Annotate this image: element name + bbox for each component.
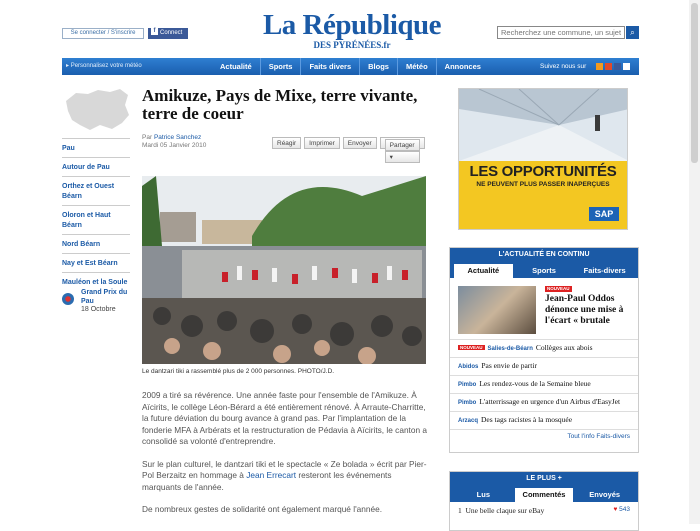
region-nav-item[interactable]: Orthez et Ouest Béarn <box>62 176 130 205</box>
region-map[interactable] <box>62 85 132 135</box>
print-button[interactable]: Imprimer <box>304 137 340 149</box>
share-button[interactable]: Partager ▾ <box>379 137 425 163</box>
news-row[interactable]: Pimbo Les rendez-vous de la Semaine bleue <box>450 376 638 394</box>
most-popular-box: LE PLUS + Lus Commentés Envoyés 1 Une be… <box>449 471 639 531</box>
jean-errecart-link[interactable]: Jean Errecart <box>246 470 296 480</box>
nav-item-blogs[interactable]: Blogs <box>359 58 397 75</box>
region-nav-item[interactable]: Autour de Pau <box>62 157 130 176</box>
article-paragraph: Sur le plan culturel, le dantzari tiki e… <box>142 459 427 494</box>
search-button[interactable]: ⌕ <box>626 26 639 39</box>
event-title: Grand Prix du Pau <box>81 289 128 305</box>
nav-item-faits-divers[interactable]: Faits divers <box>300 58 359 75</box>
news-feed-tabs: Actualité Sports Faits-divers <box>450 262 638 278</box>
region-nav-item[interactable]: Oloron et Haut Béarn <box>62 205 130 234</box>
search-icon: ⌕ <box>630 28 635 37</box>
article-title: Amikuze, Pays de Mixe, terre vivante, te… <box>142 86 418 123</box>
news-title: L'atterrissage en urgence d'un Airbus d'… <box>479 397 621 406</box>
nav-item-meteo[interactable]: Météo <box>396 58 436 75</box>
search-input[interactable] <box>497 26 625 39</box>
facebook-connect-label: Connect <box>160 30 183 36</box>
region-nav-item[interactable]: Nay et Est Béarn <box>62 253 130 272</box>
page-scrollbar[interactable] <box>689 0 700 524</box>
event-date: 18 Octobre <box>81 306 116 313</box>
mail-icon[interactable] <box>623 63 630 70</box>
tab-actualite[interactable]: Actualité <box>454 264 513 278</box>
author-link[interactable]: Patrice Sanchez <box>154 134 201 141</box>
news-title: Pas envie de partir <box>481 361 537 370</box>
most-popular-header: LE PLUS + <box>450 472 638 486</box>
more-faits-divers-link[interactable]: Tout l'info Faits-divers <box>450 430 638 443</box>
comment-icon: ♥ <box>613 506 618 513</box>
popular-title: Une belle claque sur eBay <box>465 506 545 515</box>
facebook-connect-button[interactable]: f Connect <box>148 28 188 39</box>
weather-personalize-label: Personnalisez votre météo <box>70 63 142 69</box>
most-popular-tabs: Lus Commentés Envoyés <box>450 486 638 502</box>
featured-news-title: Jean-Paul Oddos dénonce une mise à l'éca… <box>545 294 624 326</box>
author-prefix: Par <box>142 134 153 141</box>
chevron-down-icon: ▾ <box>384 151 420 163</box>
popular-item[interactable]: 1 Une belle claque sur eBay ♥ 543 <box>450 502 638 516</box>
site-logo-subtitle: DES PYRÉNÉES.fr <box>313 40 391 50</box>
ad-title: LES OPPORTUNITÉS <box>469 163 617 180</box>
scrollbar-thumb[interactable] <box>691 3 698 163</box>
region-nav: Pau Autour de Pau Orthez et Ouest Béarn … <box>62 138 130 291</box>
article-body: 2009 a tiré sa révérence. Une année fast… <box>142 390 427 527</box>
nav-item-sports[interactable]: Sports <box>259 58 301 75</box>
nav-item-actualite[interactable]: Actualité <box>212 58 260 75</box>
news-place: Pimbo <box>458 382 477 388</box>
tab-envoyes[interactable]: Envoyés <box>575 488 634 502</box>
comment-count: ♥ 543 <box>613 506 630 513</box>
featured-news-image <box>458 286 536 334</box>
ad-photo <box>459 89 627 161</box>
sap-advertisement[interactable]: LES OPPORTUNITÉS NE PEUVENT PLUS PASSER … <box>458 88 628 230</box>
news-title: Les rendez-vous de la Semaine bleue <box>479 379 591 388</box>
connect-button[interactable]: Se connecter / S'inscrire <box>62 28 144 39</box>
share-label: Partager <box>384 139 420 151</box>
send-button[interactable]: Envoyer <box>342 137 377 149</box>
article-paragraph: De nombreux gestes de solidarité ont éga… <box>142 504 383 514</box>
comment-count-value: 543 <box>619 506 630 513</box>
new-badge: NOUVEAU <box>458 345 485 351</box>
netvibes-icon[interactable] <box>605 63 612 70</box>
tab-faits-divers[interactable]: Faits-divers <box>575 264 634 278</box>
follow-label: Suivez nous sur <box>540 63 587 70</box>
facebook-icon: f <box>151 28 158 36</box>
new-badge: NOUVEAU <box>545 286 572 292</box>
news-place: Salies-de-Béarn <box>487 346 533 352</box>
article-paragraph: 2009 a tiré sa révérence. Une année fast… <box>142 390 428 446</box>
photo-caption: Le dantzari tiki a rassemblé plus de 2 0… <box>142 368 335 375</box>
article-tools: Réagir Imprimer Envoyer Partager ▾ <box>272 137 425 163</box>
rss-icon[interactable] <box>596 63 603 70</box>
main-nav: ▸ Personnalisez votre météo Actualité Sp… <box>62 58 639 75</box>
tab-sports[interactable]: Sports <box>515 264 574 278</box>
popular-rank: 1 <box>458 506 462 515</box>
react-button[interactable]: Réagir <box>272 137 302 149</box>
site-logo[interactable]: La République <box>252 9 452 41</box>
news-row[interactable]: Abidos Pas envie de partir <box>450 358 638 376</box>
news-feed-box: L'ACTUALITÉ EN CONTINU Actualité Sports … <box>449 247 639 453</box>
news-place: Arzacq <box>458 418 479 424</box>
news-row[interactable]: Pimbo L'atterrissage en urgence d'un Airb… <box>450 394 638 412</box>
region-nav-item[interactable]: Nord Béarn <box>62 234 130 253</box>
region-nav-item[interactable]: Pau <box>62 138 130 157</box>
news-feed-header: L'ACTUALITÉ EN CONTINU <box>450 248 638 262</box>
article-date: Mardi 05 Janvier 2010 <box>142 142 207 149</box>
article-byline: Par Patrice Sanchez Mardi 05 Janvier 201… <box>142 134 206 150</box>
ad-subtitle: NE PEUVENT PLUS PASSER INAPERÇUES <box>476 181 610 188</box>
news-row[interactable]: Arzacq Des tags racistes à la mosquée <box>450 412 638 430</box>
article-photo <box>142 176 426 364</box>
tab-commentes[interactable]: Commentés <box>514 488 574 502</box>
grand-prix-icon <box>62 293 74 305</box>
weather-personalize-link[interactable]: ▸ Personnalisez votre météo <box>66 58 142 75</box>
news-row[interactable]: NOUVEAU Salies-de-Béarn Collèges aux abois <box>450 340 638 358</box>
news-title: Collèges aux abois <box>535 343 593 352</box>
facebook-follow-icon[interactable] <box>614 63 621 70</box>
news-title: Des tags racistes à la mosquée <box>481 415 573 424</box>
featured-news[interactable]: NOUVEAU Jean-Paul Oddos dénonce une mise… <box>450 278 638 340</box>
sap-logo: SAP <box>589 207 619 221</box>
news-place: Abidos <box>458 364 479 370</box>
news-place: Pimbo <box>458 400 477 406</box>
nav-item-annonces[interactable]: Annonces <box>435 58 489 75</box>
tab-lus[interactable]: Lus <box>454 488 513 502</box>
